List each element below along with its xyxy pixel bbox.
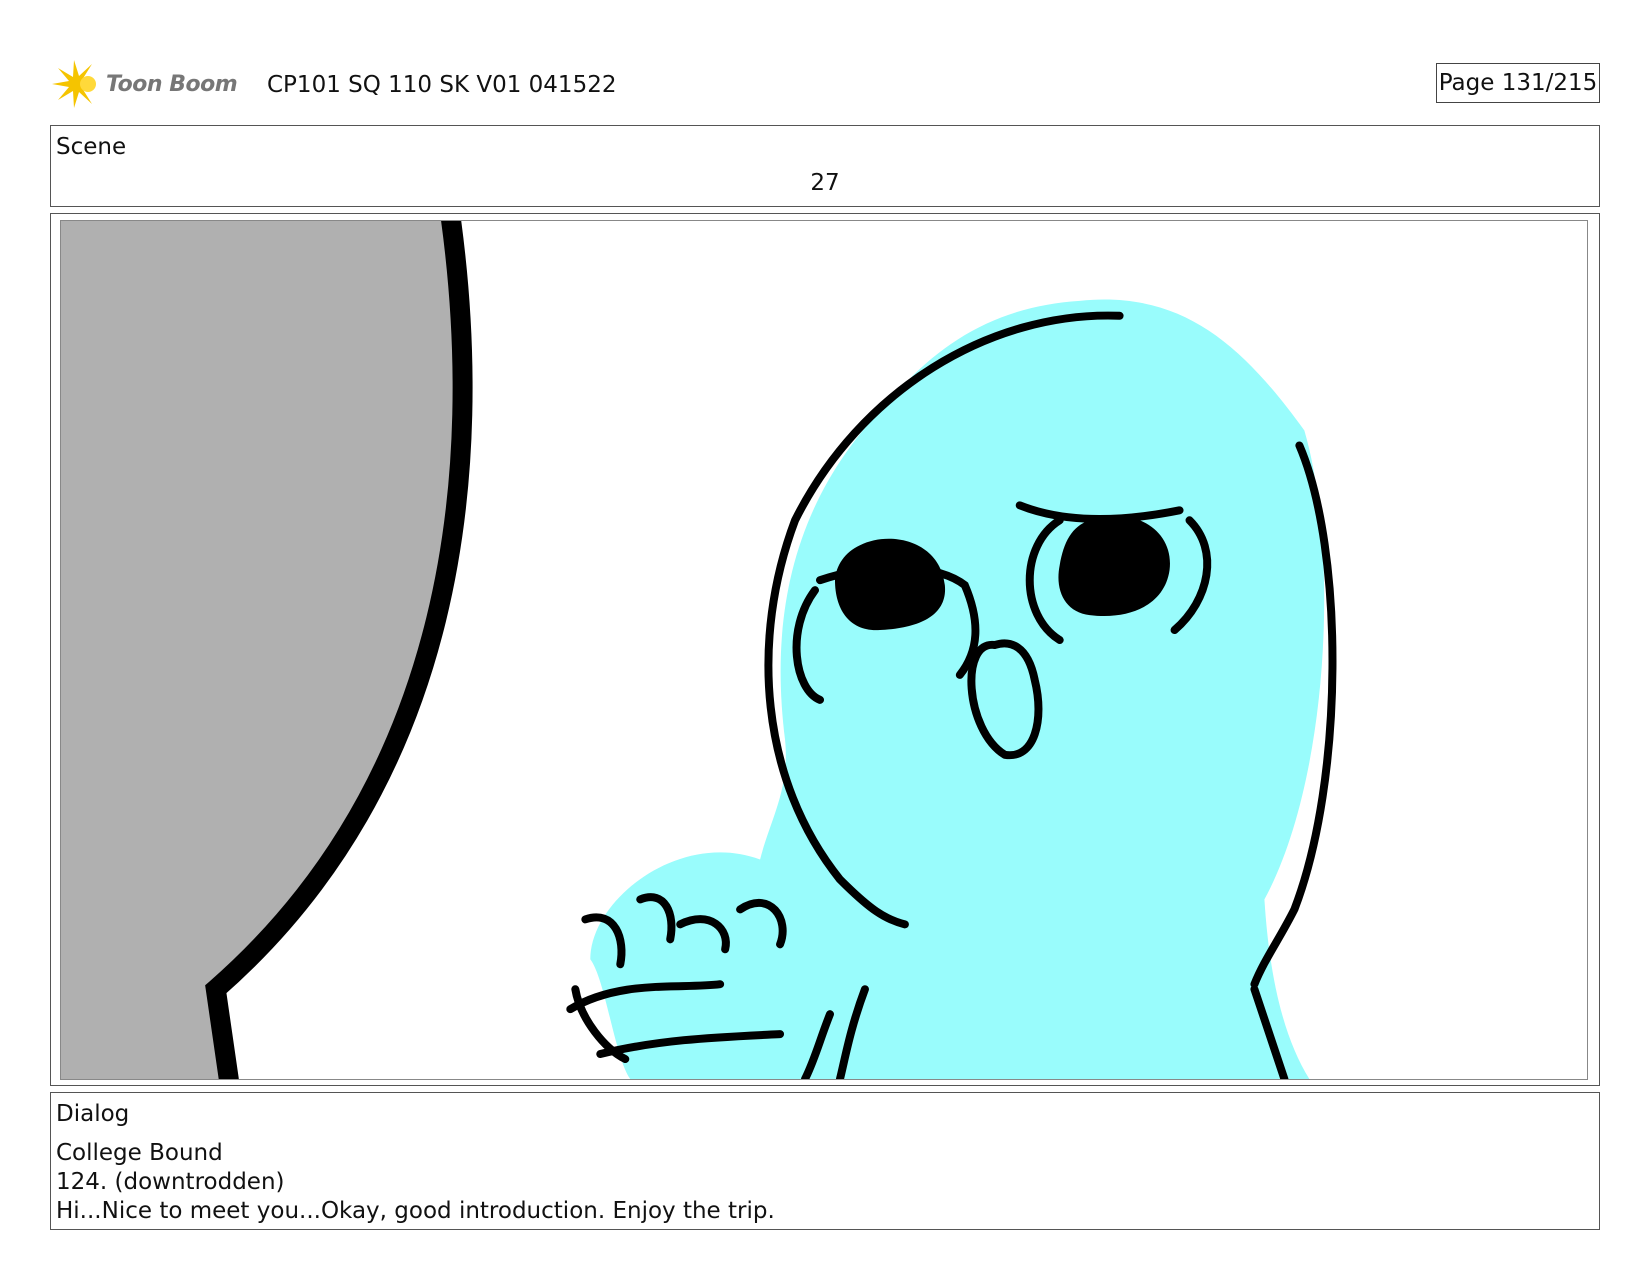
dialog-line: 124. (downtrodden) — [56, 1169, 285, 1195]
ghost-body — [590, 299, 1325, 1079]
dialog-line: Hi...Nice to meet you...Okay, good intro… — [56, 1198, 775, 1224]
dialog-section: Dialog College Bound 124. (downtrodden) … — [50, 1092, 1600, 1230]
scene-number: 27 — [810, 170, 840, 196]
scene-section: Scene 27 — [50, 125, 1600, 207]
scene-label: Scene — [56, 134, 127, 160]
panel-drawing — [61, 221, 1337, 1079]
logo-wordmark: Toon Boom — [106, 71, 238, 97]
toon-boom-logo: Toon Boom — [52, 56, 252, 112]
page-indicator: Page 131/215 — [1436, 63, 1600, 103]
dialog-label: Dialog — [56, 1101, 130, 1127]
document-title: CP101 SQ 110 SK V01 041522 — [267, 72, 617, 98]
dialog-text: College Bound 124. (downtrodden) Hi...Ni… — [56, 1139, 775, 1226]
storyboard-panel — [60, 220, 1588, 1080]
dialog-line: College Bound — [56, 1140, 223, 1166]
toon-boom-starburst-icon — [52, 60, 96, 108]
